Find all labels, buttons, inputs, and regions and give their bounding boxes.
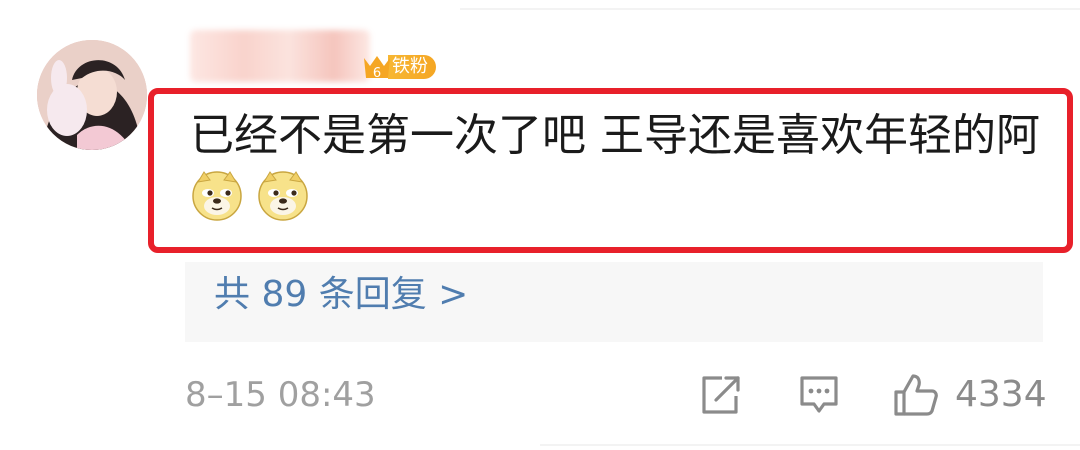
view-replies-link[interactable]: 共 89 条回复 > — [214, 270, 468, 320]
fan-level-icon: 6 — [360, 52, 394, 82]
like-count: 4334 — [955, 374, 1047, 415]
like-button[interactable] — [892, 372, 940, 418]
avatar-image — [37, 40, 147, 150]
fan-level-number: 6 — [373, 66, 381, 81]
comment-button[interactable] — [798, 372, 840, 418]
thumbs-up-icon — [894, 374, 938, 416]
emoji-row — [190, 168, 310, 226]
comment-icon — [800, 376, 838, 413]
doge-emoji — [258, 171, 308, 221]
fan-badge-label: 铁粉 — [388, 55, 436, 79]
user-avatar[interactable] — [37, 40, 147, 150]
comment-timestamp: 8–15 08:43 — [185, 375, 376, 415]
top-divider — [460, 8, 1080, 10]
doge-emoji — [192, 171, 242, 221]
bottom-divider — [540, 444, 1080, 446]
share-icon — [702, 376, 740, 414]
username-blurred[interactable] — [190, 30, 370, 82]
share-button[interactable] — [700, 372, 742, 418]
fan-badge: 6 铁粉 — [360, 52, 448, 82]
comment-text: 已经不是第一次了吧 王导还是喜欢年轻的阿 — [190, 110, 1040, 161]
